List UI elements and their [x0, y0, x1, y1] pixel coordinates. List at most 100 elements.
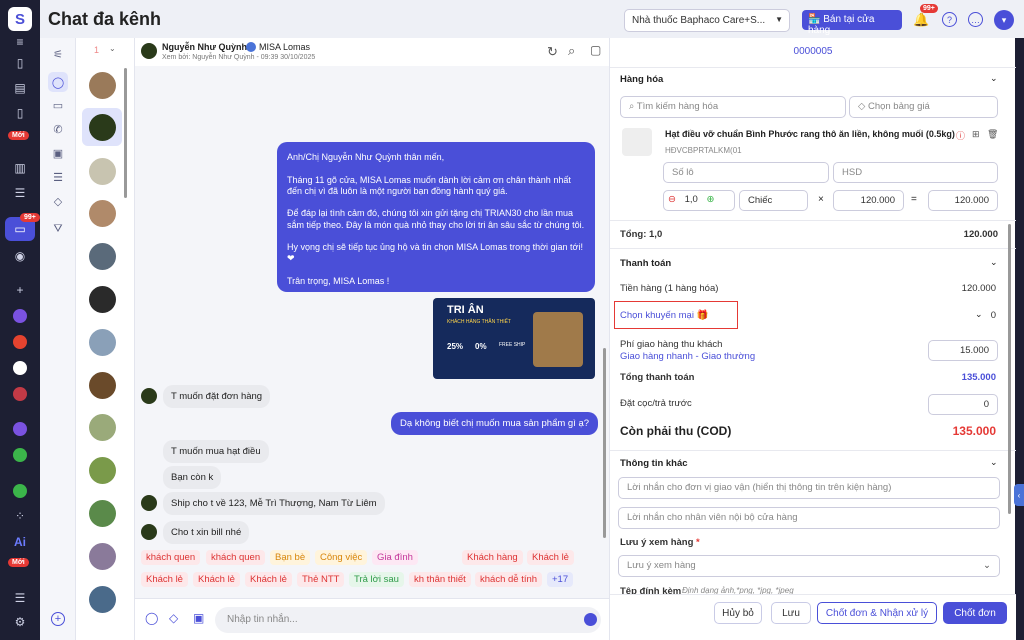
tag-chip[interactable]: Trả lời sau	[349, 572, 404, 587]
list-scrollbar[interactable]	[124, 68, 127, 198]
order-scrollbar[interactable]	[1008, 224, 1011, 514]
conversation-avatar[interactable]	[89, 243, 116, 270]
plus-icon[interactable]: ⊕	[706, 194, 714, 205]
search-icon[interactable]: ⌕	[568, 43, 575, 59]
image-icon[interactable]: ▣	[193, 611, 204, 625]
tag-chip[interactable]: Khách lẻ	[141, 572, 188, 587]
ai-icon[interactable]: Ai	[12, 534, 28, 550]
amount-input[interactable]: 120.000	[928, 190, 998, 211]
chevron-down-icon[interactable]: ⌄	[109, 44, 116, 53]
unit-price-input[interactable]: 120.000	[833, 190, 904, 211]
tag-chip[interactable]: Thẻ NTT	[297, 572, 345, 587]
doc-icon[interactable]: ▤	[12, 80, 28, 96]
unit-select[interactable]: Chiếc	[739, 190, 808, 211]
conversation-avatar[interactable]	[89, 114, 116, 141]
close-order-button[interactable]: Chốt đơn	[943, 602, 1007, 624]
doc-icon[interactable]: ▯	[12, 105, 28, 121]
chevron-down-icon[interactable]: ⌄	[990, 73, 998, 84]
ad-icon[interactable]: ▣	[51, 146, 65, 160]
add-conversation-icon[interactable]: +	[51, 612, 65, 626]
message-input[interactable]: Nhập tin nhắn...	[215, 607, 601, 633]
goods-search-input[interactable]: ⌕ Tìm kiếm hàng hóa	[620, 96, 846, 118]
conversation-avatar[interactable]	[89, 286, 116, 313]
trash-icon[interactable]: 🗑	[987, 129, 998, 140]
list-icon[interactable]: ☰	[12, 590, 28, 606]
tag-chip[interactable]: kh thân thiết	[409, 572, 471, 587]
tag-chip[interactable]: khách quen	[141, 550, 201, 565]
quantity-stepper[interactable]: ⊖ 1,0 ⊕	[663, 190, 735, 211]
gift-icon[interactable]: ⊞	[972, 129, 980, 140]
chevron-down-icon[interactable]: ⌄	[990, 257, 998, 268]
conversation-avatar[interactable]	[89, 586, 116, 613]
tag-icon[interactable]: ◇	[169, 611, 178, 625]
conversation-avatar[interactable]	[89, 200, 116, 227]
list-icon[interactable]: ☰	[12, 185, 28, 201]
info-icon[interactable]: ⓘ	[956, 129, 965, 142]
account-menu-button[interactable]: ▾	[994, 10, 1014, 30]
app-icon[interactable]	[13, 361, 27, 375]
tag-chip[interactable]: Khách lẻ	[245, 572, 292, 587]
sell-at-store-button[interactable]: 🏪 Bán tại cửa hàng	[802, 10, 902, 36]
app-icon[interactable]	[13, 387, 27, 401]
tag-chip[interactable]: Khách lẻ	[193, 572, 240, 587]
shipping-fee-input[interactable]: 15.000	[928, 340, 998, 361]
list-icon[interactable]: ☰	[51, 170, 65, 184]
tag-chip[interactable]: khách dễ tính	[475, 572, 543, 587]
app-icon[interactable]	[13, 309, 27, 323]
plus-icon[interactable]: +	[12, 282, 28, 298]
tag-chip[interactable]: Công việc	[315, 550, 368, 565]
carrier-note-input[interactable]: Lời nhắn cho đơn vị giao vận (hiển thị t…	[618, 477, 1000, 499]
conversation-avatar[interactable]	[89, 500, 116, 527]
emoji-icon[interactable]	[584, 613, 597, 626]
close-and-accept-button[interactable]: Chốt đơn & Nhận xử lý	[817, 602, 937, 624]
doc-icon[interactable]: ▯	[12, 55, 28, 71]
note-icon[interactable]: ▢	[590, 43, 601, 57]
chat-scrollbar[interactable]	[603, 348, 606, 538]
choose-promotion-link[interactable]: Chọn khuyến mại 🎁	[620, 310, 708, 321]
menu-icon[interactable]: ≡	[12, 34, 28, 50]
product-name[interactable]: Hạt điều vỡ chuẩn Bình Phước rang thô ăn…	[665, 129, 955, 139]
conversation-avatar[interactable]	[89, 72, 116, 99]
app-icon[interactable]	[13, 448, 27, 462]
app-icon[interactable]	[13, 484, 27, 498]
tag-chip[interactable]: Bạn bè	[270, 550, 311, 565]
cancel-button[interactable]: Hủy bỏ	[714, 602, 762, 624]
tag-chip[interactable]: Gia đình	[372, 550, 418, 565]
app-logo[interactable]: S	[8, 7, 32, 31]
gear-icon[interactable]: ⚙	[12, 614, 28, 630]
conversation-avatar[interactable]	[89, 329, 116, 356]
filter-clear-icon[interactable]: ⛛	[51, 222, 65, 236]
conversation-avatar[interactable]	[89, 457, 116, 484]
store-select[interactable]: Nhà thuốc Baphaco Care+S... ▼	[624, 9, 790, 32]
inspection-select[interactable]: Lưu ý xem hàng ⌄	[618, 555, 1000, 577]
app-icon[interactable]	[13, 335, 27, 349]
phone-icon[interactable]: ✆	[51, 122, 65, 136]
help-icon[interactable]: ?	[942, 12, 957, 27]
tag-chip[interactable]: Khách lẻ	[527, 550, 574, 565]
message-icon[interactable]: ▭	[51, 98, 65, 112]
save-button[interactable]: Lưu	[771, 602, 811, 624]
price-list-select[interactable]: ◇ Chọn bảng giá	[849, 96, 998, 118]
more-icon[interactable]: …	[968, 12, 983, 27]
tag-chip[interactable]: Khách hàng	[462, 550, 523, 565]
bell-icon[interactable]: 🔔	[913, 12, 929, 27]
chart-icon[interactable]: ▥	[12, 160, 28, 176]
broadcast-icon[interactable]: ◉	[12, 248, 28, 264]
expiry-date-input[interactable]: HSD	[833, 162, 998, 183]
more-tags-chip[interactable]: +17	[547, 572, 574, 587]
conversation-avatar[interactable]	[89, 414, 116, 441]
tag-chip[interactable]: khách quen	[206, 550, 266, 565]
chat-icon[interactable]: ◯	[145, 611, 158, 625]
minus-icon[interactable]: ⊖	[668, 194, 676, 205]
internal-note-input[interactable]: Lời nhắn cho nhân viên nội bộ cửa hàng	[618, 507, 1000, 529]
tag-icon[interactable]: ◇	[51, 194, 65, 208]
deposit-input[interactable]: 0	[928, 394, 998, 415]
grid-icon[interactable]: ⁘	[12, 508, 28, 524]
lot-select[interactable]: Số lô	[663, 162, 829, 183]
conversation-avatar[interactable]	[89, 158, 116, 185]
chevron-down-icon[interactable]: ⌄	[990, 457, 998, 468]
conversation-avatar[interactable]	[89, 543, 116, 570]
refresh-icon[interactable]: ↻	[547, 44, 558, 60]
collapse-panel-tab[interactable]: ‹	[1014, 484, 1024, 506]
chat-icon[interactable]: ◯	[48, 72, 68, 92]
